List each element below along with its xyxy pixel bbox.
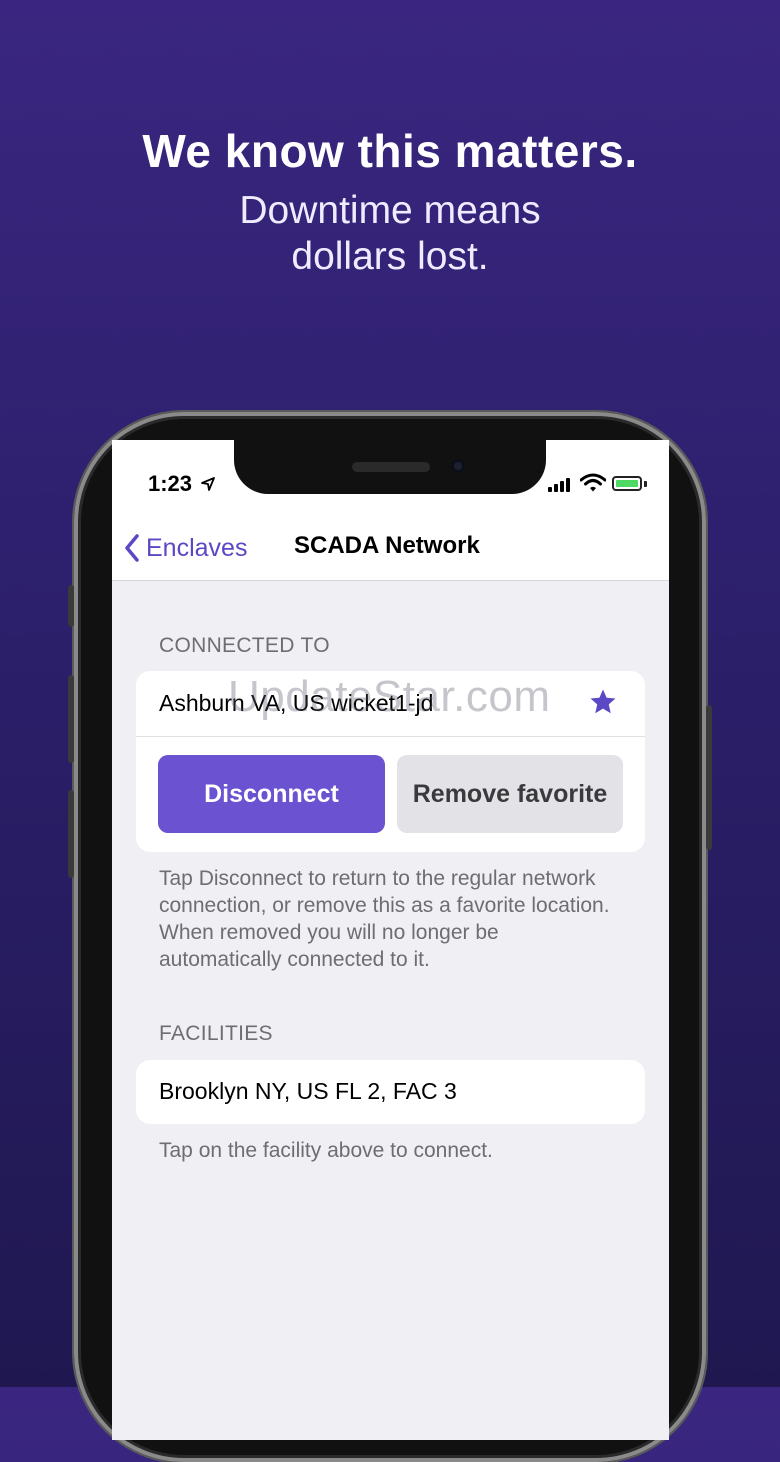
hero-title: We know this matters. (142, 125, 638, 177)
mute-switch (68, 585, 74, 627)
connected-footnote: Tap Disconnect to return to the regular … (159, 867, 610, 971)
facilities-footnote: Tap on the facility above to connect. (159, 1139, 493, 1162)
cellular-signal-icon (548, 478, 574, 492)
hero-subtitle-line-2: dollars lost. (291, 235, 489, 278)
disconnect-button[interactable]: Disconnect (158, 755, 385, 833)
chevron-left-icon (125, 534, 139, 562)
facilities-section-header: FACILITIES (159, 1022, 273, 1045)
connected-location: Ashburn VA, US wicket1-jd (159, 690, 434, 716)
volume-up-button (68, 675, 74, 763)
battery-icon (612, 476, 642, 491)
status-time: 1:23 (148, 471, 193, 496)
front-camera (451, 459, 465, 473)
facility-row[interactable]: Brooklyn NY, US FL 2, FAC 3 (136, 1060, 645, 1124)
location-arrow-icon (201, 477, 215, 491)
hero-subtitle: Downtime means dollars lost. (0, 188, 780, 280)
wifi-icon (580, 473, 606, 492)
speaker-grille (352, 462, 430, 472)
battery-cap (644, 481, 647, 487)
facility-row-label: Brooklyn NY, US FL 2, FAC 3 (159, 1078, 457, 1104)
back-button-label: Enclaves (146, 533, 248, 562)
page-title: SCADA Network (294, 532, 480, 559)
back-button[interactable]: Enclaves (124, 528, 247, 568)
volume-down-button (68, 790, 74, 878)
card-divider (136, 736, 645, 737)
connected-section-header: CONNECTED TO (159, 634, 330, 657)
remove-favorite-button[interactable]: Remove favorite (397, 755, 623, 833)
power-button (706, 705, 712, 850)
favorite-star-icon[interactable] (588, 687, 618, 717)
hero-subtitle-line-1: Downtime means (239, 189, 541, 232)
